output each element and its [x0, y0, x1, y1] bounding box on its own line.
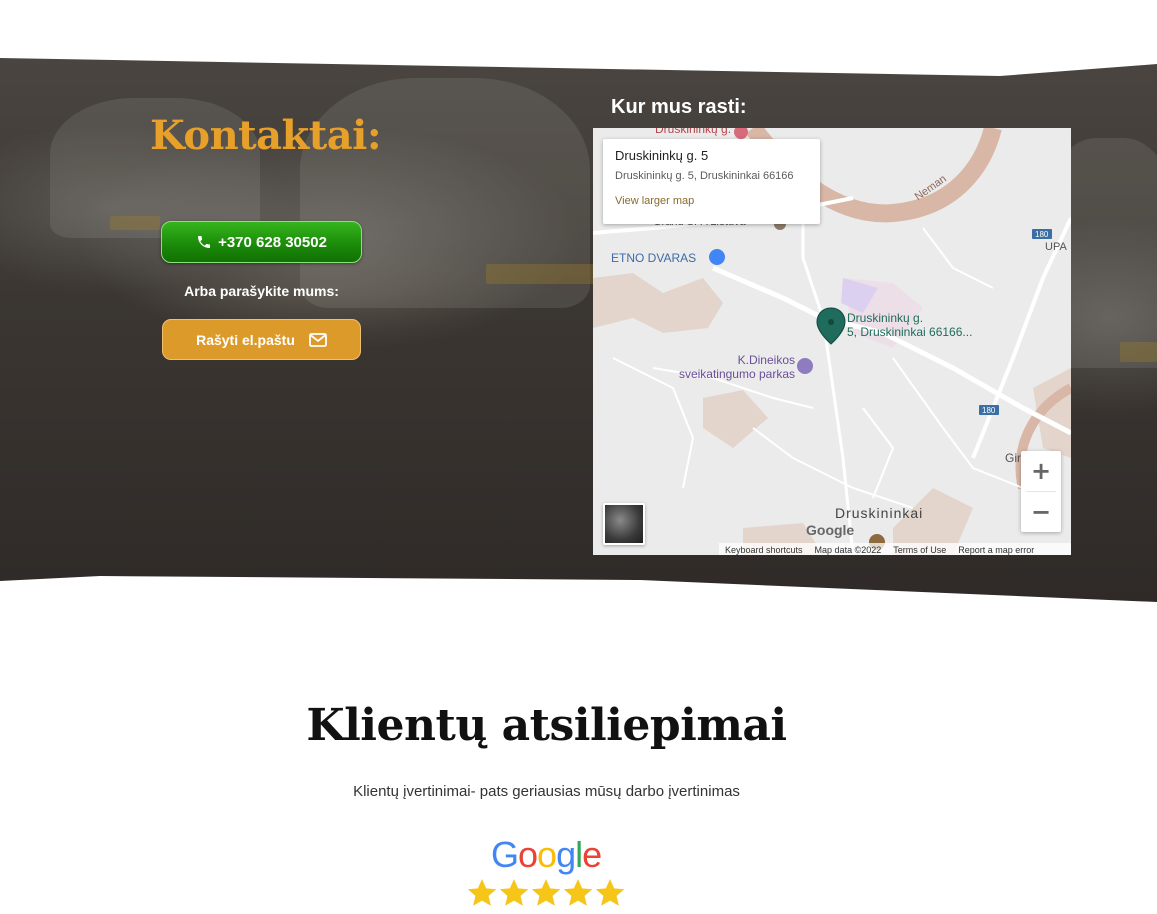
zoom-out-button[interactable]: −: [1021, 492, 1061, 532]
google-letter-o1: o: [518, 834, 538, 875]
page: Kontaktai: +370 628 30502 Arba parašykit…: [0, 0, 1157, 914]
zoom-in-button[interactable]: +: [1021, 451, 1061, 491]
satellite-toggle-button[interactable]: [603, 503, 645, 545]
marker-label-line1: Druskininkų g.: [847, 311, 924, 325]
map-section-title: Kur mus rasti:: [611, 96, 747, 118]
map-footer: Keyboard shortcuts Map data ©2022 Terms …: [719, 543, 1071, 555]
star-icon: [531, 879, 561, 906]
view-larger-map-link[interactable]: View larger map: [615, 195, 808, 207]
google-map[interactable]: Druskininkų g. Grand SPA Lietuva ETNO DV…: [593, 128, 1071, 555]
phone-icon: [198, 236, 211, 248]
call-phone-button[interactable]: +370 628 30502: [161, 221, 362, 263]
map-label-upa: UPA: [1045, 241, 1067, 253]
route-shield-b: 180: [982, 406, 996, 415]
google-letter-g: G: [491, 834, 519, 875]
map-label-park-line2: sveikatingumo parkas: [678, 367, 795, 381]
contact-title: Kontaktai:: [150, 112, 382, 159]
map-data-text: Map data ©2022: [814, 544, 882, 555]
reviews-subtitle: Klientų įvertinimai- pats geriausias mūs…: [353, 783, 740, 800]
star-rating: [466, 876, 626, 912]
report-map-error-link[interactable]: Report a map error: [958, 545, 1034, 555]
google-letter-g2: g: [556, 834, 576, 875]
write-us-label: Arba parašykite mums:: [184, 283, 339, 299]
map-label-etno: ETNO DVARAS: [611, 251, 697, 265]
marker-label: Druskininkų g. 5, Druskininkai 66166...: [847, 311, 972, 339]
keyboard-shortcuts-link[interactable]: Keyboard shortcuts: [725, 545, 803, 555]
email-button-label: Rašyti el.paštu: [196, 331, 295, 348]
background-plate: [486, 264, 596, 284]
map-label-city: Druskininkai: [835, 505, 924, 521]
info-card-address: Druskininkų g. 5, Druskininkai 66166: [615, 170, 794, 182]
google-letter-o2: o: [537, 834, 557, 875]
star-icon: [499, 879, 529, 906]
google-logo: Google: [491, 834, 602, 876]
map-zoom-control: + −: [1021, 451, 1061, 532]
info-card-title: Druskininkų g. 5: [615, 148, 709, 163]
map-label-park: K.Dineikos sveikatingumo parkas: [655, 353, 795, 381]
phone-number: +370 628 30502: [218, 233, 327, 251]
star-icon: [563, 879, 593, 906]
map-google-logo: Google: [806, 522, 855, 538]
map-label-park-line1: K.Dineikos: [737, 353, 795, 367]
reviews-title: Klientų atsiliepimai: [306, 700, 787, 751]
marker-label-line2: 5, Druskininkai 66166...: [847, 325, 973, 339]
email-button[interactable]: Rašyti el.paštu: [162, 319, 361, 360]
route-shield-a: 180: [1035, 230, 1049, 239]
star-icon: [467, 879, 497, 906]
background-plate: [1120, 342, 1157, 362]
google-letter-e: e: [582, 834, 602, 875]
terms-of-use-link[interactable]: Terms of Use: [893, 545, 946, 555]
background-plate: [110, 216, 160, 230]
map-label-top: Druskininkų g.: [655, 128, 732, 136]
star-icon: [595, 879, 625, 906]
envelope-icon: [309, 332, 327, 347]
map-info-card: Druskininkų g. 5 Druskininkų g. 5, Drusk…: [603, 139, 820, 224]
